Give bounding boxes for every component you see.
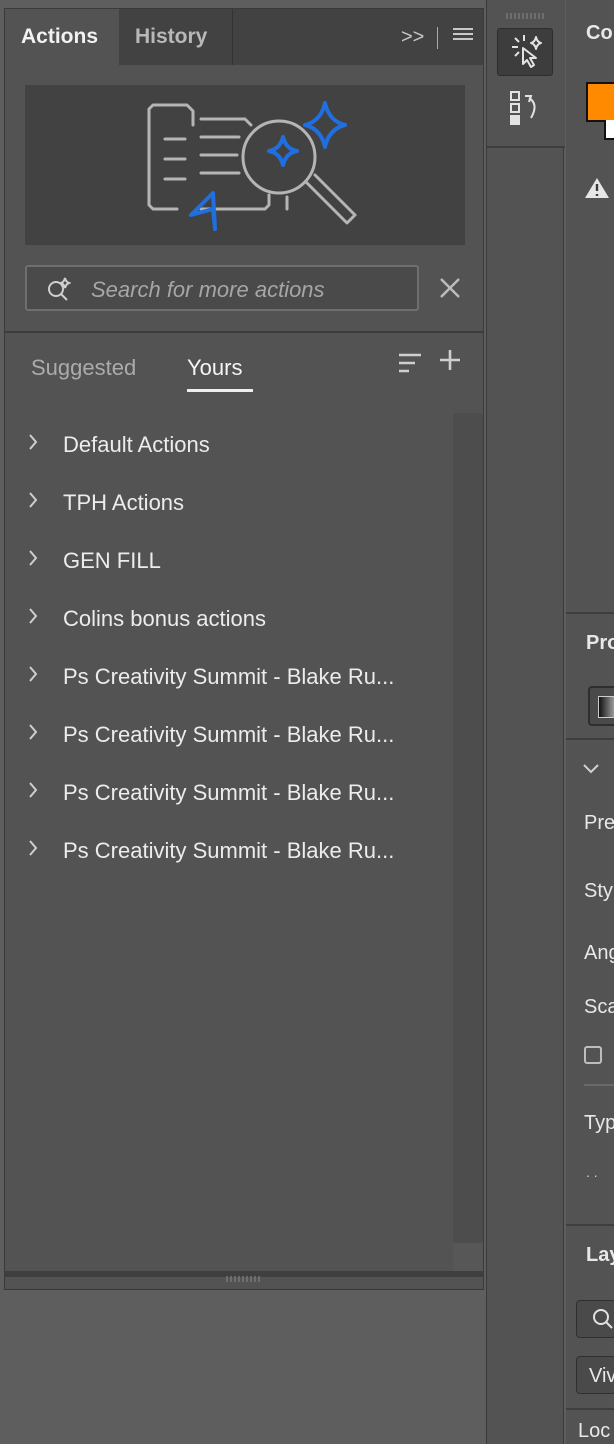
tab-history[interactable]: History [119,9,233,65]
action-set-label: Ps Creativity Summit - Blake Ru... [63,664,395,689]
drag-grip-icon[interactable] [505,12,545,20]
property-checkbox[interactable] [584,1046,602,1064]
action-set-item[interactable]: Default Actions [5,415,453,473]
actions-panel: Actions History >> Search for more actio… [4,8,484,1290]
action-set-item[interactable]: GEN FILL [5,531,453,589]
search-icon [593,1309,613,1329]
panel-resize-grip-icon[interactable] [225,1275,263,1283]
blend-mode-select[interactable]: Viv [576,1356,614,1394]
property-label-scale: Sca [584,996,614,1018]
tab-yours[interactable]: Yours [187,353,242,383]
action-set-list: Default Actions TPH Actions GEN FILL Colins… [5,411,453,1251]
panel-separator [566,738,614,740]
chevron-down-icon[interactable] [582,762,600,776]
tab-bar-divider [437,27,438,49]
panel-icon-strip [486,0,565,1444]
background-color-swatch[interactable] [604,120,614,140]
action-set-label: Colins bonus actions [63,606,267,631]
action-set-item[interactable]: Ps Creativity Summit - Blake Ru... [5,647,453,705]
tab-suggested[interactable]: Suggested [31,353,136,383]
lock-label: Loc [578,1420,611,1442]
color-panel-title[interactable]: Co [586,22,613,45]
property-divider [584,1084,614,1086]
action-set-item[interactable]: Ps Creativity Summit - Blake Ru... [5,821,453,879]
foreground-color-swatch[interactable] [586,82,614,122]
property-label-type: Typ [584,1112,614,1134]
panel-separator [566,1408,614,1410]
chevron-right-icon[interactable] [25,489,41,511]
action-set-label: Ps Creativity Summit - Blake Ru... [63,722,395,747]
actions-panel-button[interactable] [497,28,553,76]
action-set-item[interactable]: Ps Creativity Summit - Blake Ru... [5,705,453,763]
chevron-right-icon[interactable] [25,663,41,685]
property-label-angle: Ang [584,942,614,964]
property-label-preset: Pre [584,812,614,834]
action-set-item[interactable]: Colins bonus actions [5,589,453,647]
action-set-label: TPH Actions [63,490,185,515]
collapse-panel-button[interactable]: >> [401,25,425,49]
list-scrollbar[interactable] [453,413,483,1243]
chevron-right-icon[interactable] [25,547,41,569]
section-divider [5,331,483,333]
panel-tab-bar: Actions History >> [5,9,483,65]
more-dots: . . [586,1164,598,1180]
action-set-label: Ps Creativity Summit - Blake Ru... [63,838,395,863]
panel-separator [566,612,614,614]
document-search-sparkle-icon [147,101,357,231]
chevron-right-icon[interactable] [25,605,41,627]
search-field [25,265,419,311]
chevron-right-icon[interactable] [25,779,41,801]
properties-panel-title[interactable]: Pro [586,632,614,655]
scrollbar-corner [453,1243,483,1271]
action-set-label: Default Actions [63,432,210,457]
active-tab-indicator [187,389,253,392]
search-input[interactable] [89,271,411,309]
chevron-right-icon[interactable] [25,837,41,859]
actions-illustration [25,85,465,245]
chevron-right-icon[interactable] [25,721,41,743]
actions-sparkle-icon [512,35,542,68]
action-set-label: Ps Creativity Summit - Blake Ru... [63,780,395,805]
add-action-set-icon[interactable] [437,347,463,373]
warning-icon [585,178,609,198]
panel-separator [566,1224,614,1226]
action-set-item[interactable]: TPH Actions [5,473,453,531]
tab-actions[interactable]: Actions [5,9,119,65]
clear-search-icon[interactable] [435,273,465,303]
layer-filter-field[interactable] [576,1300,614,1338]
layers-panel-title[interactable]: Lay [586,1244,614,1267]
chevron-right-icon[interactable] [25,431,41,453]
history-panel-icon[interactable] [507,88,543,128]
sort-icon[interactable] [397,351,423,375]
blend-mode-value: Viv [589,1365,614,1387]
search-sparkle-icon [48,277,71,301]
gradient-preset-button[interactable] [588,686,614,726]
panel-menu-icon[interactable] [453,28,473,44]
panel-icon-group [487,0,565,148]
right-panel-column: Co Pro Pre Sty Ang Sca Typ . . Lay Viv L… [566,0,614,1444]
action-set-label: GEN FILL [63,548,161,573]
property-label-style: Sty [584,880,613,902]
action-set-item[interactable]: Ps Creativity Summit - Blake Ru... [5,763,453,821]
